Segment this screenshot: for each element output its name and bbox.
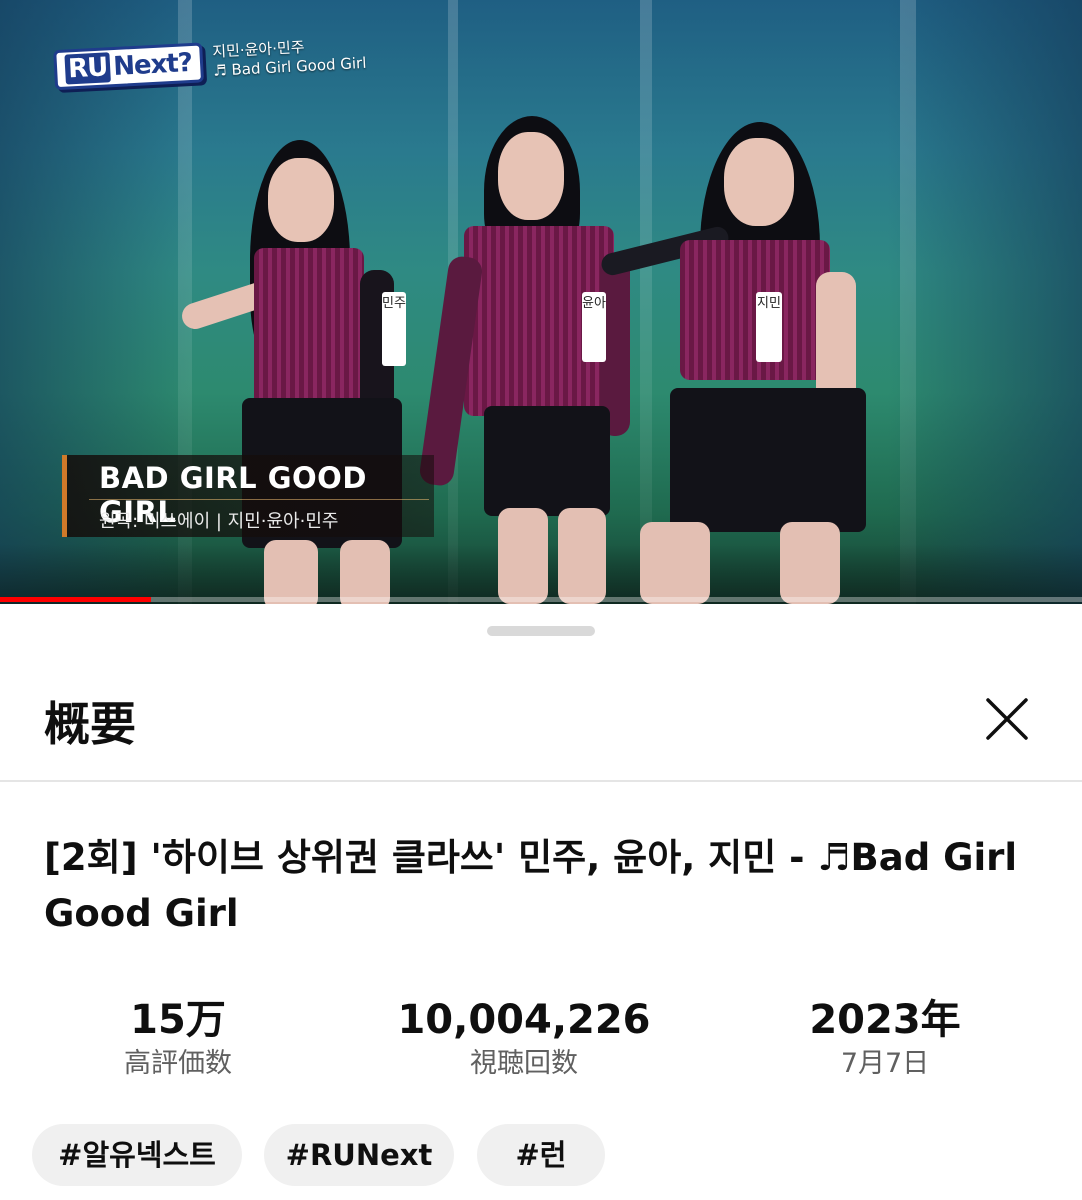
- stat-views: 10,004,226 視聴回数: [374, 996, 674, 1082]
- stage-light-beam: [900, 0, 916, 604]
- stat-label: 高評価数: [124, 1048, 232, 1079]
- hashtag-chip[interactable]: #런: [477, 1124, 605, 1186]
- overlay-info: 지민·윤아·민주 ♬ Bad Girl Good Girl: [212, 35, 367, 81]
- sheet-drag-handle[interactable]: [487, 626, 595, 636]
- logo-next: Next?: [112, 47, 193, 83]
- song-caption-divider: [89, 499, 429, 500]
- stat-likes: 15万 高評価数: [28, 996, 328, 1082]
- stat-date: 2023年 7月7日: [735, 996, 1035, 1082]
- hashtag-chip[interactable]: #알유넥스트: [32, 1124, 242, 1186]
- video-title: [2회] '하이브 상위권 클라쓰' 민주, 윤아, 지민 - ♬Bad Gir…: [44, 836, 1018, 935]
- song-caption-credit: 원곡: 미쓰에이 | 지민·윤아·민주: [99, 511, 339, 532]
- close-button[interactable]: [978, 690, 1036, 748]
- stat-label: 7月7日: [840, 1048, 930, 1079]
- stat-value: 10,004,226: [397, 997, 651, 1043]
- name-tag: 민주: [382, 292, 406, 366]
- close-icon: [986, 698, 1028, 740]
- runext-logo: RU Next?: [53, 42, 204, 91]
- video-player[interactable]: RU Next? 지민·윤아·민주 ♬ Bad Girl Good Girl 민주…: [0, 0, 1082, 604]
- logo-ru: RU: [64, 52, 112, 85]
- sheet-title: 概要: [44, 697, 136, 751]
- song-caption: BAD GIRL GOOD GIRL 원곡: 미쓰에이 | 지민·윤아·민주: [62, 455, 434, 537]
- show-logo: RU Next? 지민·윤아·민주 ♬ Bad Girl Good Girl: [53, 32, 367, 92]
- hashtag-chip[interactable]: #RUNext: [264, 1124, 454, 1186]
- performer-right: 지민: [599, 122, 890, 604]
- name-tag: 지민: [756, 292, 782, 362]
- video-progress-fill: [0, 597, 152, 602]
- header-divider: [0, 780, 1082, 782]
- video-progress-bar[interactable]: [0, 597, 1082, 602]
- stat-value: 15万: [130, 997, 226, 1043]
- stat-value: 2023年: [809, 997, 961, 1043]
- stat-label: 視聴回数: [470, 1048, 578, 1079]
- description-sheet: 概要 [2회] '하이브 상위권 클라쓰' 민주, 윤아, 지민 - ♬Bad …: [0, 604, 1082, 1200]
